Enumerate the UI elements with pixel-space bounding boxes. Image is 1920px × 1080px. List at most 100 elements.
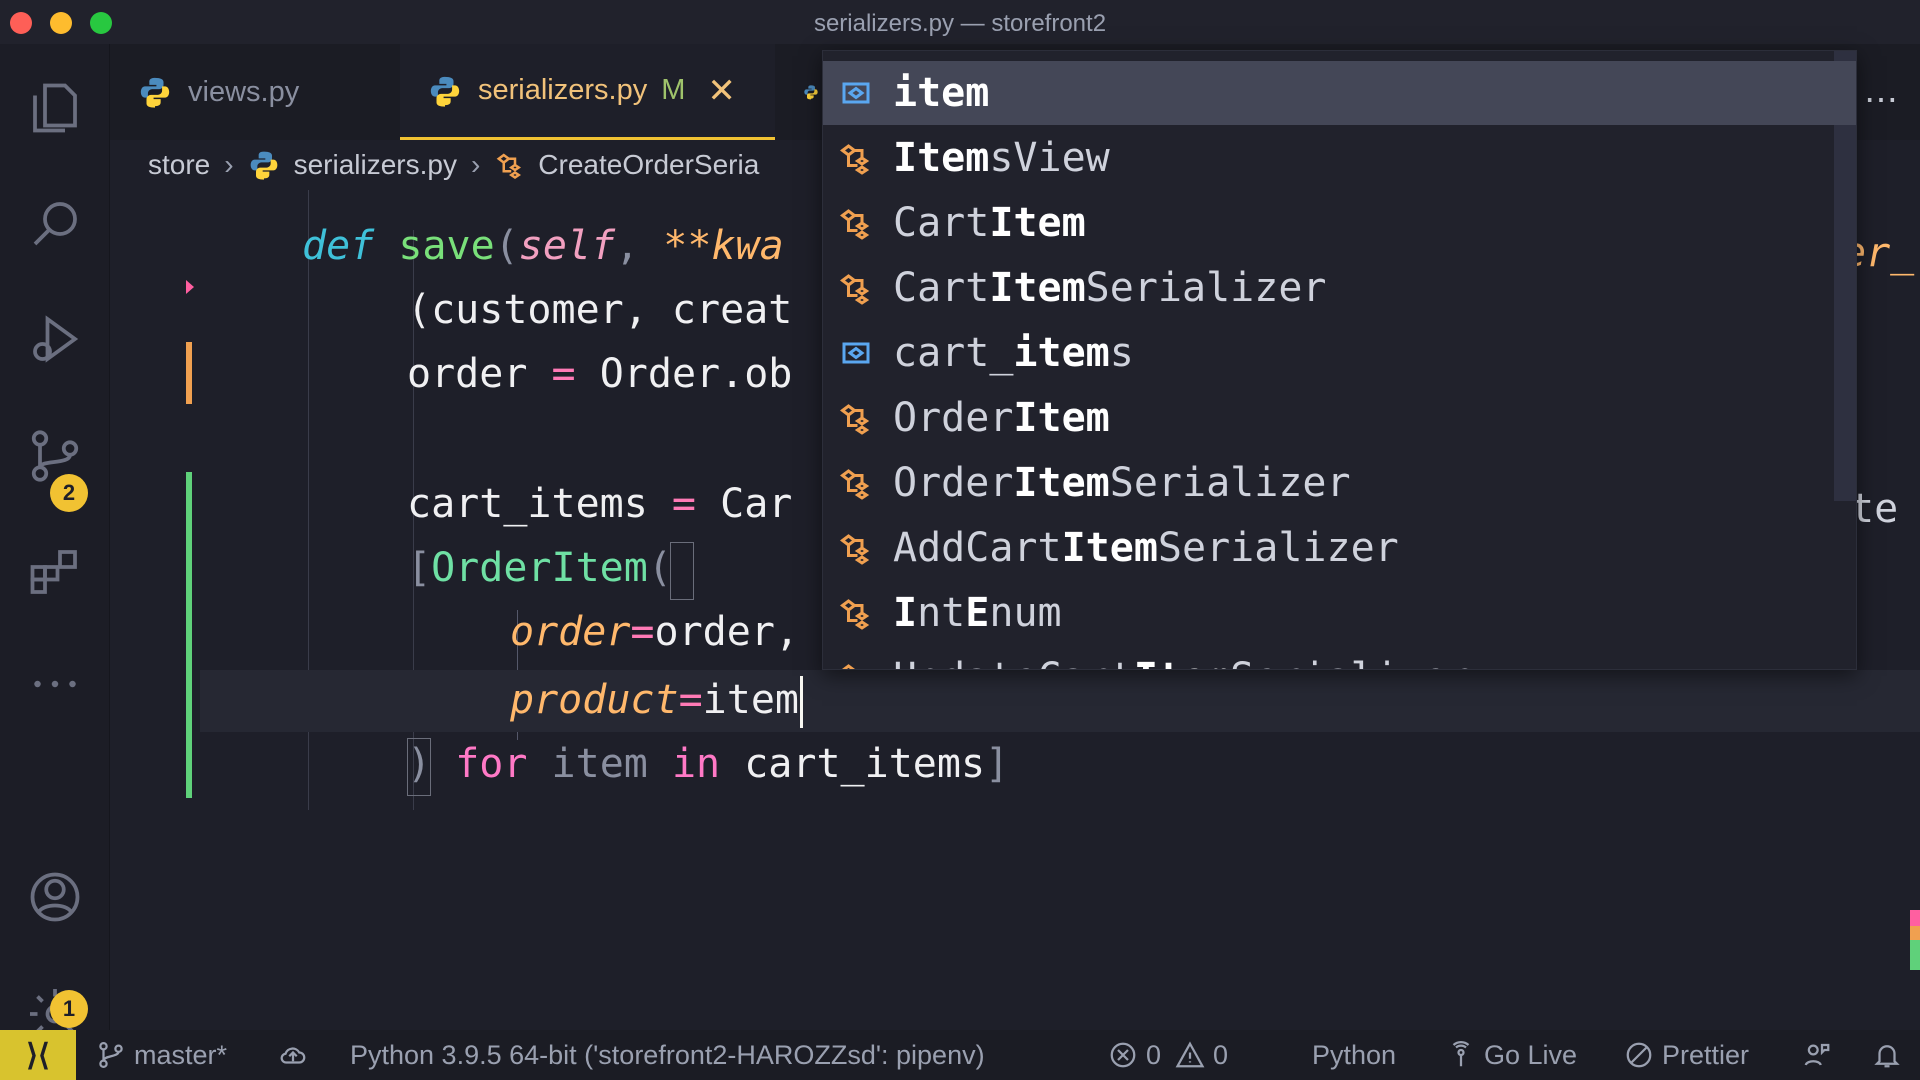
chevron-right-icon: › bbox=[470, 149, 481, 180]
broadcast-icon bbox=[1452, 1041, 1470, 1067]
suggestion-match: E bbox=[965, 590, 990, 636]
sync-icon[interactable] bbox=[278, 1030, 316, 1080]
for-keyword: for bbox=[455, 741, 528, 787]
feedback-icon[interactable] bbox=[1802, 1030, 1840, 1080]
breadcrumb-symbol[interactable]: CreateOrderSeria bbox=[538, 149, 759, 181]
error-count: 0 bbox=[1146, 1039, 1162, 1070]
overview-ruler-mark bbox=[1910, 940, 1920, 970]
error-icon bbox=[1110, 1042, 1136, 1068]
suggestion-item[interactable]: IntEnum bbox=[823, 581, 1856, 645]
code-text: Car bbox=[720, 481, 793, 527]
python-file-icon bbox=[804, 85, 818, 100]
suggestion-prefix: Cart bbox=[893, 200, 990, 246]
explorer-icon[interactable] bbox=[0, 68, 110, 148]
problems-status[interactable]: 0 0 bbox=[1108, 1030, 1228, 1080]
remote-indicator-icon[interactable]: ⟩⟨ bbox=[0, 1030, 76, 1080]
window-title: serializers.py — storefront2 bbox=[813, 10, 1107, 37]
suggestion-match: Item bbox=[989, 265, 1086, 311]
suggestion-match: I bbox=[893, 590, 918, 636]
extensions-icon[interactable] bbox=[0, 532, 110, 612]
account-icon[interactable] bbox=[0, 857, 110, 937]
breadcrumb-folder[interactable]: store bbox=[148, 149, 210, 181]
suggestion-suffix: sView bbox=[989, 135, 1110, 181]
breakpoint-arrow-icon bbox=[186, 280, 194, 294]
python-interpreter-status[interactable]: Python 3.9.5 64-bit ('storefront2-HAROZZ… bbox=[350, 1030, 985, 1080]
class-icon bbox=[496, 153, 522, 180]
suggestion-prefix: UpdateCart bbox=[893, 655, 1134, 669]
language-mode[interactable]: Python bbox=[1312, 1030, 1396, 1080]
tab-label: serializers.py bbox=[478, 74, 648, 106]
tab-serializers-py[interactable]: serializers.py M ✕ bbox=[400, 44, 775, 140]
suggestion-item[interactable]: CartItemSerializer bbox=[823, 256, 1856, 320]
prettier-label: Prettier bbox=[1662, 1039, 1750, 1070]
code-text: item bbox=[702, 677, 799, 723]
suggestion-item[interactable]: OrderItemSerializer bbox=[823, 451, 1856, 515]
class-icon bbox=[831, 463, 881, 503]
offscreen-code-fragment: te bbox=[1850, 486, 1899, 532]
suggestion-item[interactable]: OrderItem bbox=[823, 386, 1856, 450]
suggestion-match: Item bbox=[1013, 395, 1110, 441]
in-keyword: in bbox=[671, 741, 721, 787]
code-text: item bbox=[551, 741, 648, 787]
close-tab-icon[interactable]: ✕ bbox=[707, 71, 736, 111]
suggestion-label: OrderItemSerializer bbox=[893, 460, 1351, 506]
suggestion-item[interactable]: ItemsView bbox=[823, 126, 1856, 190]
code-line-def: def save(self, **kwa bbox=[302, 223, 784, 269]
text-cursor bbox=[800, 676, 803, 728]
suggestion-prefix: cart_ bbox=[893, 330, 1014, 376]
more-actions-icon[interactable]: ⋯ bbox=[1864, 80, 1900, 120]
branch-status[interactable]: master* bbox=[96, 1030, 227, 1080]
prettier-status[interactable]: Prettier bbox=[1624, 1030, 1749, 1080]
suggestion-label: cart_items bbox=[893, 330, 1134, 376]
code-line-cart-items: cart_items = Car bbox=[407, 481, 793, 527]
suggestion-item[interactable]: AddCartItemSerializer bbox=[823, 516, 1856, 580]
code-line-product-kwarg: product=item bbox=[510, 668, 803, 732]
class-icon bbox=[831, 593, 881, 633]
class-icon bbox=[831, 658, 881, 669]
suggestion-label: IntEnum bbox=[893, 590, 1062, 636]
code-text: cart_items bbox=[744, 741, 986, 787]
activity-bar: 2 1 bbox=[0, 44, 110, 1039]
suggestion-suffix: Serializer bbox=[1157, 525, 1399, 571]
bracket-match-box bbox=[407, 738, 431, 796]
go-live-button[interactable]: Go Live bbox=[1446, 1030, 1577, 1080]
python-file-icon bbox=[250, 151, 277, 180]
current-line-highlight bbox=[200, 670, 1920, 732]
class-name: OrderItem bbox=[431, 545, 648, 591]
suggestion-match: Item bbox=[1013, 460, 1110, 506]
suggestion-suffix: s bbox=[1109, 330, 1134, 376]
search-icon[interactable] bbox=[0, 184, 110, 264]
suggestion-item[interactable]: item bbox=[823, 61, 1856, 125]
more-icon[interactable] bbox=[0, 644, 110, 724]
suggestion-match: item bbox=[1013, 330, 1110, 376]
suggestion-item[interactable]: CartItem bbox=[823, 191, 1856, 255]
kwarg-name: order bbox=[510, 609, 631, 655]
class-icon bbox=[831, 138, 881, 178]
modified-indicator: M bbox=[661, 74, 686, 106]
variable-icon bbox=[831, 73, 881, 113]
autocomplete-suggest-widget[interactable]: item ItemsView CartItem CartItemSerializer c… bbox=[822, 50, 1857, 670]
suggestion-item[interactable]: UpdateCartItemSerializer bbox=[823, 646, 1856, 669]
notifications-bell-icon[interactable] bbox=[1872, 1030, 1910, 1080]
branch-name: master* bbox=[134, 1039, 228, 1070]
tab-views-py[interactable]: views.py bbox=[110, 44, 400, 140]
class-icon bbox=[831, 398, 881, 438]
suggestion-prefix: Order bbox=[893, 395, 1014, 441]
suggestion-item[interactable]: cart_items bbox=[823, 321, 1856, 385]
param-kwargs: **kwa bbox=[663, 223, 784, 269]
prettier-disabled-icon bbox=[1626, 1042, 1652, 1068]
suggestion-label: CartItem bbox=[893, 200, 1086, 246]
code-line-order: order = Order.ob bbox=[407, 351, 793, 397]
param-self: self bbox=[518, 223, 616, 269]
run-debug-icon[interactable] bbox=[0, 299, 110, 379]
suggestion-match: Item bbox=[1061, 525, 1158, 571]
suggestion-label: CartItemSerializer bbox=[893, 265, 1326, 311]
suggestion-label: ItemsView bbox=[893, 135, 1110, 181]
breadcrumb-file[interactable]: serializers.py bbox=[294, 149, 457, 181]
suggestion-suffix: Serializer bbox=[1230, 655, 1471, 669]
python-file-icon bbox=[140, 77, 170, 108]
def-keyword: def bbox=[302, 223, 375, 269]
code-line-orderitem: [OrderItem( bbox=[407, 545, 672, 591]
class-icon bbox=[831, 528, 881, 568]
code-text: order, bbox=[654, 609, 800, 655]
